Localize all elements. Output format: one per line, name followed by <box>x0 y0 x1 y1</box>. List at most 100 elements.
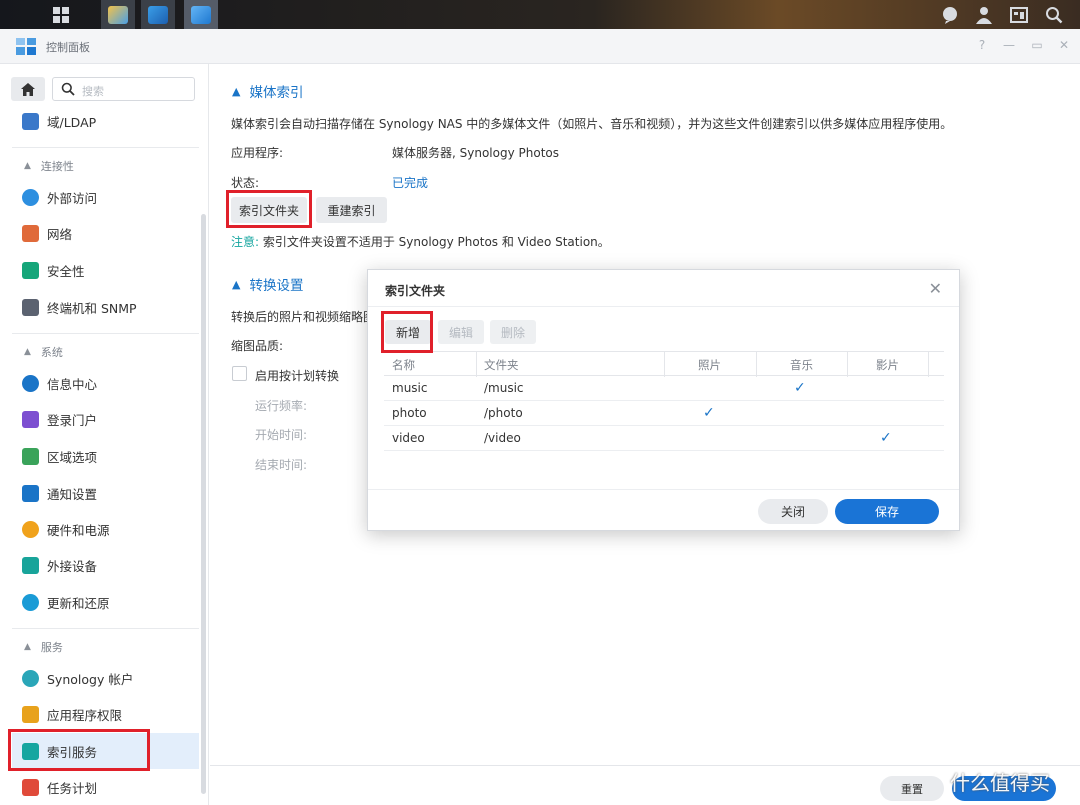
divider <box>12 333 199 334</box>
divider <box>928 352 929 377</box>
widgets-button[interactable] <box>1002 0 1036 29</box>
row-folder: /photo <box>484 406 523 420</box>
user-icon <box>976 6 992 24</box>
sidebar-item-label: 域/LDAP <box>47 114 97 130</box>
app-value: 媒体服务器, Synology Photos <box>392 146 559 160</box>
section-title: 媒体索引 <box>249 85 304 101</box>
help-button[interactable]: ? <box>974 38 990 52</box>
sidebar-item-task-scheduler[interactable]: 任务计划 <box>12 771 199 803</box>
sidebar-item-hardware-power[interactable]: 硬件和电源 <box>12 513 199 545</box>
taskbar-app-file-station[interactable] <box>101 0 135 29</box>
home-button[interactable] <box>11 77 45 101</box>
sidebar-search-input[interactable]: 搜索 <box>52 77 195 101</box>
reset-button[interactable]: 重置 <box>880 776 944 801</box>
sidebar-item-notification[interactable]: 通知设置 <box>12 477 199 509</box>
row-folder: /video <box>484 431 521 445</box>
column-music[interactable]: 音乐 <box>790 357 813 373</box>
close-icon[interactable]: ✕ <box>929 279 942 298</box>
divider <box>12 628 199 629</box>
reindex-button[interactable]: 重建索引 <box>316 197 387 223</box>
widgets-icon <box>1010 6 1028 23</box>
column-photo[interactable]: 照片 <box>698 357 721 373</box>
sidebar-item-regional-options[interactable]: 区域选项 <box>12 440 199 472</box>
sidebar-item-terminal-snmp[interactable]: 终端机和 SNMP <box>12 291 199 323</box>
search-placeholder: 搜索 <box>82 85 104 98</box>
group-label: 连接性 <box>40 160 74 173</box>
file-station-icon <box>108 5 128 24</box>
user-button[interactable] <box>967 0 1001 29</box>
search-icon <box>61 82 75 96</box>
edit-button[interactable]: 编辑 <box>438 320 484 344</box>
media-index-description: 媒体索引会自动扫描存储在 Synology NAS 中的多媒体文件（如照片、音乐… <box>231 117 953 131</box>
app-label: 应用程序: <box>231 146 284 160</box>
column-folder[interactable]: 文件夹 <box>484 357 519 373</box>
taskbar-app-storage-manager[interactable] <box>141 0 175 29</box>
login-portal-icon <box>22 410 39 428</box>
start-time-label: 开始时间: <box>255 428 308 442</box>
column-video[interactable]: 影片 <box>876 357 899 373</box>
update-restore-icon <box>22 593 39 611</box>
schedule-conversion-checkbox[interactable] <box>232 366 247 381</box>
chevron-up-icon: ▲ <box>232 84 241 98</box>
domain-icon <box>22 112 39 130</box>
chevron-up-icon: ▲ <box>24 161 31 171</box>
delete-button[interactable]: 删除 <box>490 320 536 344</box>
sidebar-item-label: Synology 帐户 <box>47 671 134 687</box>
sidebar-scrollbar[interactable] <box>201 214 206 794</box>
close-window-button[interactable]: ✕ <box>1056 38 1072 52</box>
sidebar-item-label: 更新和还原 <box>47 595 110 611</box>
sidebar-item-external-access[interactable]: 外部访问 <box>12 181 199 213</box>
search-button[interactable] <box>1037 0 1071 29</box>
network-icon <box>22 224 39 242</box>
thumb-quality-label: 缩图品质: <box>231 339 284 353</box>
control-panel-icon <box>191 5 211 24</box>
column-name[interactable]: 名称 <box>392 357 415 373</box>
chevron-up-icon: ▲ <box>24 347 31 357</box>
sidebar-item-external-devices[interactable]: 外接设备 <box>12 549 199 581</box>
end-time-label: 结束时间: <box>255 458 308 472</box>
divider <box>756 352 757 377</box>
sidebar-item-app-privileges[interactable]: 应用程序权限 <box>12 698 199 730</box>
note-body: 索引文件夹设置不适用于 Synology Photos 和 Video Stat… <box>259 235 610 249</box>
checkmark-icon: ✓ <box>794 380 806 396</box>
storage-manager-icon <box>148 5 168 24</box>
maximize-button[interactable]: ▭ <box>1029 38 1045 52</box>
save-button[interactable]: 保存 <box>835 499 939 524</box>
footer-divider <box>210 765 1080 766</box>
close-button[interactable]: 关闭 <box>758 499 828 524</box>
note-prefix: 注意: <box>231 235 260 249</box>
sidebar-group-connectivity[interactable]: ▲ 连接性 <box>12 158 199 174</box>
sidebar-item-info-center[interactable]: 信息中心 <box>12 367 199 399</box>
sidebar-item-synology-account[interactable]: Synology 帐户 <box>12 662 199 694</box>
divider <box>476 352 477 377</box>
status-value: 已完成 <box>392 176 429 190</box>
chat-icon <box>943 6 957 24</box>
section-header-media-index[interactable]: ▲ 媒体索引 <box>232 81 304 102</box>
main-menu-button[interactable] <box>38 0 84 29</box>
sidebar-item-label: 任务计划 <box>47 780 98 796</box>
table-row[interactable]: video /video ✓ <box>384 426 944 451</box>
taskbar-app-control-panel[interactable] <box>184 0 218 29</box>
sidebar-item-label: 应用程序权限 <box>47 707 123 723</box>
security-icon <box>22 261 39 279</box>
sidebar-item-update-restore[interactable]: 更新和还原 <box>12 586 199 618</box>
sidebar-item-label: 安全性 <box>47 263 85 279</box>
section-header-conversion[interactable]: ▲ 转换设置 <box>232 274 303 295</box>
watermark: 什么值得买 <box>950 771 1050 795</box>
status-label: 状态: <box>231 176 260 190</box>
minimize-button[interactable]: — <box>1001 38 1017 52</box>
chat-button[interactable] <box>933 0 967 29</box>
checkmark-icon: ✓ <box>703 405 715 421</box>
sidebar-item-network[interactable]: 网络 <box>12 217 199 249</box>
sidebar-item-label: 外部访问 <box>47 190 98 206</box>
sidebar-item-security[interactable]: 安全性 <box>12 254 199 286</box>
table-row[interactable]: photo /photo ✓ <box>384 401 944 426</box>
table-row[interactable]: music /music ✓ <box>384 376 944 401</box>
sidebar-group-system[interactable]: ▲ 系统 <box>12 344 199 360</box>
row-name: music <box>392 381 428 395</box>
sidebar-group-services[interactable]: ▲ 服务 <box>12 639 199 655</box>
sidebar-item-label: 区域选项 <box>47 449 98 465</box>
sidebar-item-domain-ldap[interactable]: 域/LDAP <box>12 105 199 137</box>
terminal-icon <box>22 298 39 316</box>
sidebar-item-login-portal[interactable]: 登录门户 <box>12 403 199 435</box>
